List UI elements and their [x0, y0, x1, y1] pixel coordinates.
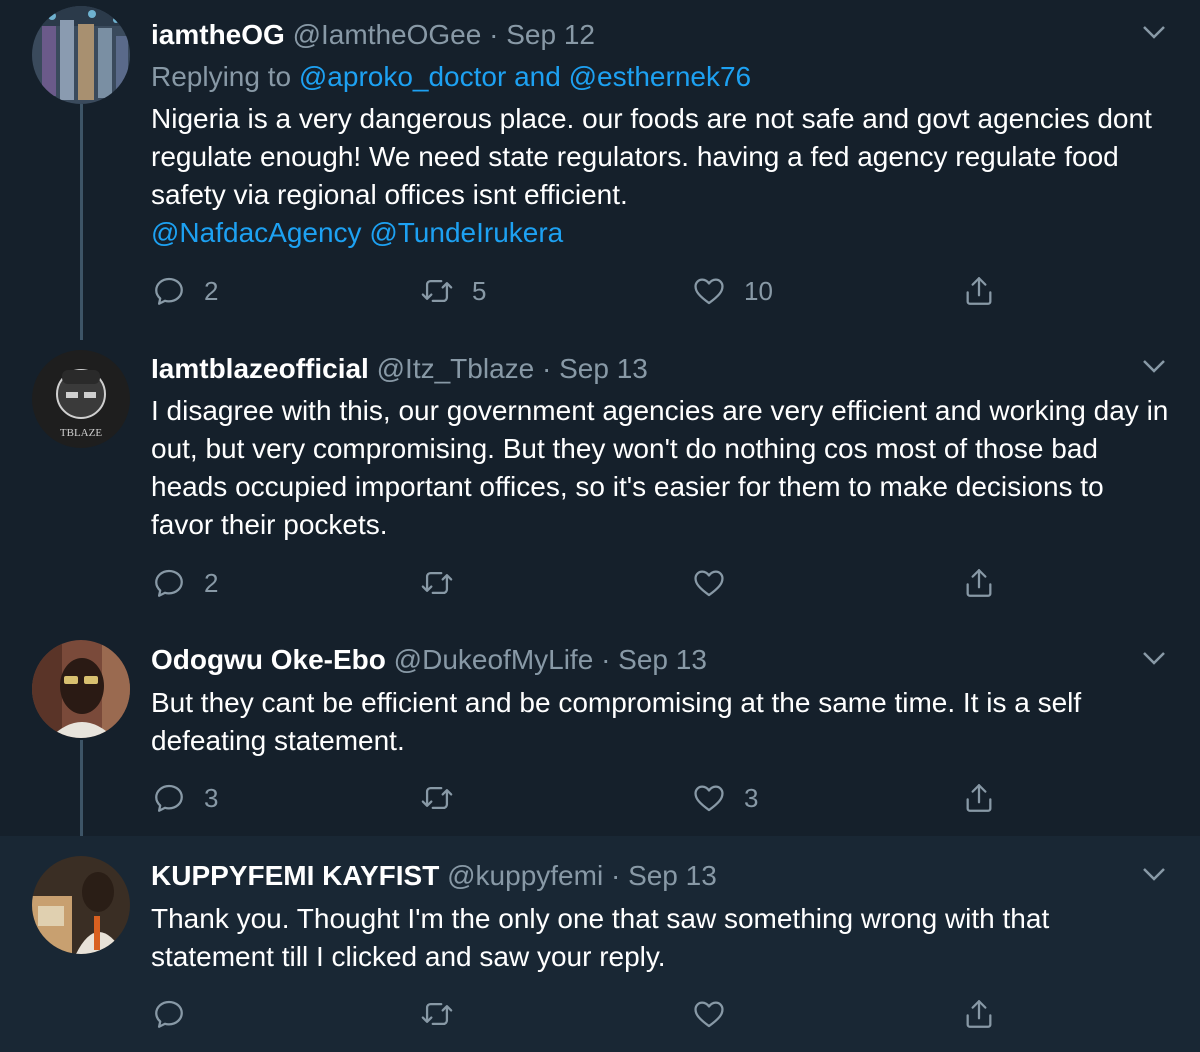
share-button[interactable]: [962, 563, 996, 603]
tweet-date[interactable]: Sep 13: [559, 353, 648, 384]
tweet-date[interactable]: Sep 13: [628, 860, 717, 891]
like-count: 3: [744, 782, 759, 813]
reply-button[interactable]: [152, 994, 204, 1034]
tweet-text: Nigeria is a very dangerous place. our f…: [151, 100, 1171, 252]
like-button[interactable]: [692, 994, 744, 1034]
tweet[interactable]: iamtheOG @IamtheOGee · Sep 12 Replying t…: [0, 0, 1200, 338]
retweet-count: 5: [472, 275, 487, 306]
reply-count: 2: [204, 275, 219, 306]
avatar[interactable]: TBLAZE: [32, 350, 130, 448]
separator-dot: ·: [610, 860, 621, 891]
retweet-button[interactable]: [420, 778, 472, 818]
retweet-button[interactable]: 5: [420, 271, 486, 311]
tweet-date[interactable]: Sep 12: [506, 19, 595, 50]
mentions-link[interactable]: @NafdacAgency @TundeIrukera: [151, 214, 1171, 252]
replying-to-link[interactable]: @aproko_doctor and @esthernek76: [299, 61, 751, 92]
share-icon: [966, 277, 992, 305]
share-icon: [966, 569, 992, 597]
like-button[interactable]: [692, 563, 744, 603]
display-name[interactable]: iamtheOG: [151, 19, 285, 50]
retweet-button[interactable]: [420, 994, 472, 1034]
reply-icon: [155, 277, 183, 305]
retweet-icon: [421, 571, 453, 595]
handle[interactable]: @kuppyfemi: [447, 860, 603, 891]
chevron-down-icon[interactable]: [1138, 16, 1170, 48]
share-button[interactable]: [962, 778, 996, 818]
reply-icon: [155, 1000, 183, 1028]
reply-count: 2: [204, 567, 219, 598]
handle[interactable]: @DukeofMyLife: [394, 644, 594, 675]
tweet-date[interactable]: Sep 13: [618, 644, 707, 675]
heart-icon: [694, 785, 724, 812]
avatar-caption: TBLAZE: [60, 427, 102, 439]
share-icon: [966, 1000, 992, 1028]
reply-count: 3: [204, 782, 219, 813]
tweet[interactable]: Odogwu Oke-Ebo @DukeofMyLife · Sep 13 Bu…: [0, 630, 1200, 836]
reply-button[interactable]: 2: [152, 563, 218, 603]
like-button[interactable]: 3: [692, 778, 758, 818]
retweet-icon: [421, 786, 453, 810]
replying-to-label: Replying to: [151, 61, 292, 92]
heart-icon: [694, 570, 724, 597]
retweet-icon: [421, 1002, 453, 1026]
retweet-button[interactable]: [420, 563, 472, 603]
chevron-down-icon[interactable]: [1138, 350, 1170, 382]
reply-button[interactable]: 2: [152, 271, 218, 311]
handle[interactable]: @IamtheOGee: [293, 19, 482, 50]
display-name[interactable]: Odogwu Oke-Ebo: [151, 644, 386, 675]
separator-dot: ·: [542, 353, 552, 384]
heart-icon: [694, 278, 724, 305]
retweet-icon: [421, 279, 453, 303]
avatar[interactable]: [32, 856, 130, 954]
tweet-actions: 2: [0, 563, 1200, 603]
tweet[interactable]: TBLAZE Iamtblazeofficial @Itz_Tblaze · S…: [0, 338, 1200, 630]
share-button[interactable]: [962, 994, 996, 1034]
tweet-text: Thank you. Thought I'm the only one that…: [151, 903, 1050, 972]
like-count: 10: [744, 275, 773, 306]
tweet-highlighted[interactable]: KUPPYFEMI KAYFIST @kuppyfemi · Sep 13 Th…: [0, 836, 1200, 1052]
heart-icon: [694, 1001, 724, 1028]
tweet-text: I disagree with this, our government age…: [151, 395, 1169, 540]
avatar[interactable]: [32, 6, 130, 104]
reply-button[interactable]: 3: [152, 778, 218, 818]
share-icon: [966, 784, 992, 812]
display-name[interactable]: KUPPYFEMI KAYFIST: [151, 860, 439, 891]
share-button[interactable]: [962, 271, 996, 311]
tweet-actions: [0, 994, 1200, 1034]
display-name[interactable]: Iamtblazeofficial: [151, 353, 369, 384]
separator-dot: ·: [601, 644, 611, 675]
tweet-actions: 2 5 10: [0, 271, 1200, 311]
handle[interactable]: @Itz_Tblaze: [377, 353, 535, 384]
tweet-actions: 3 3: [0, 778, 1200, 818]
chevron-down-icon[interactable]: [1138, 858, 1170, 890]
reply-icon: [155, 784, 183, 812]
chevron-down-icon[interactable]: [1138, 642, 1170, 674]
reply-icon: [155, 569, 183, 597]
avatar[interactable]: [32, 640, 130, 738]
separator-dot: ·: [489, 19, 499, 50]
tweet-text: But they cant be efficient and be compro…: [151, 687, 1082, 756]
like-button[interactable]: 10: [692, 271, 773, 311]
